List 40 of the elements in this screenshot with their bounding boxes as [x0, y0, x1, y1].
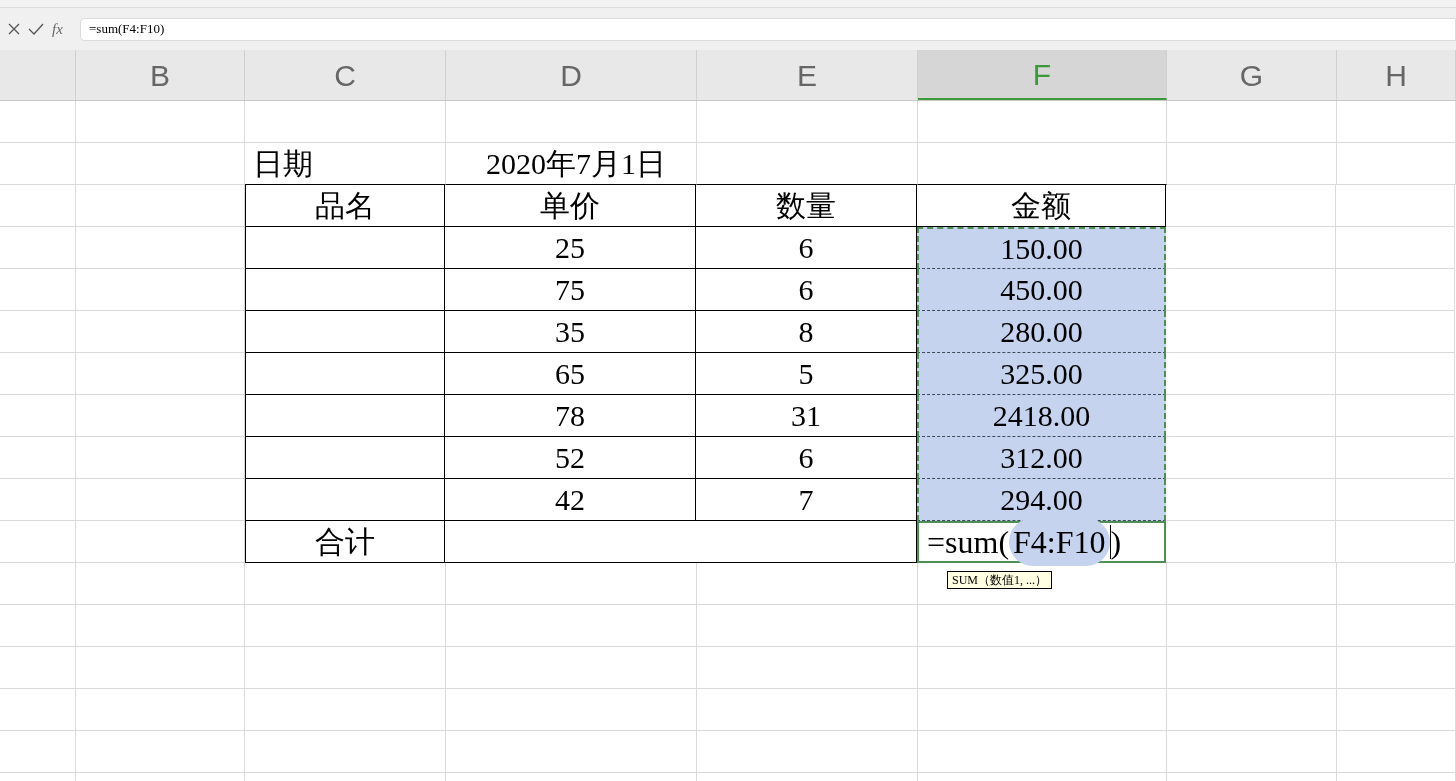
table-cell-text: 75 [555, 272, 585, 308]
column-heading: 数量 [776, 188, 836, 224]
table-cell-text: 450.00 [1000, 272, 1083, 308]
total-label: 合计 [315, 524, 375, 560]
table-cell-text: 6 [798, 440, 814, 476]
table-cell-text: 325.00 [1000, 356, 1083, 392]
table-cell-text: 6 [798, 272, 814, 308]
column-header[interactable]: B [76, 50, 245, 100]
table-cell-text: 42 [555, 482, 585, 518]
table-cell-text: 150.00 [1000, 231, 1083, 267]
table-cell-text: 280.00 [1000, 314, 1083, 350]
table-cell-text: 6 [798, 230, 814, 266]
column-heading: 单价 [540, 188, 600, 224]
table-cell-text: 7 [798, 482, 814, 518]
column-heading: 金额 [1011, 188, 1071, 224]
table-cell-text: 35 [555, 314, 585, 350]
column-header[interactable]: D [446, 50, 697, 100]
formula-field[interactable]: =sum(F4:F10) [80, 17, 1456, 41]
function-label[interactable]: fx [52, 17, 72, 41]
column-header[interactable]: C [245, 50, 446, 100]
table-cell-text: 8 [798, 314, 814, 350]
column-header[interactable]: F [918, 50, 1167, 100]
date-value: 2020年7月1日 [485, 146, 666, 182]
column-heading: 品名 [315, 188, 375, 224]
table-cell-text: 31 [791, 398, 821, 434]
column-header[interactable]: G [1167, 50, 1337, 100]
column-header[interactable]: H [1337, 50, 1456, 100]
table-cell-text: 52 [555, 440, 585, 476]
table-cell-text: 2418.00 [992, 398, 1091, 434]
close-icon[interactable] [8, 23, 20, 35]
date-label: 日期 [252, 146, 313, 182]
table-cell-text: 312.00 [1000, 440, 1083, 476]
table-cell-text: 78 [555, 398, 585, 434]
formula-input[interactable]: =sum(F4:F10) [919, 518, 1122, 566]
checkmark-icon[interactable] [28, 23, 44, 35]
table-cell-text: 294.00 [1000, 482, 1083, 518]
function-tooltip: SUM（数值1, ...） [947, 571, 1052, 589]
table-cell-text: 5 [798, 356, 814, 392]
table-cell-text: 25 [555, 230, 585, 266]
table-cell-text: 65 [555, 356, 585, 392]
